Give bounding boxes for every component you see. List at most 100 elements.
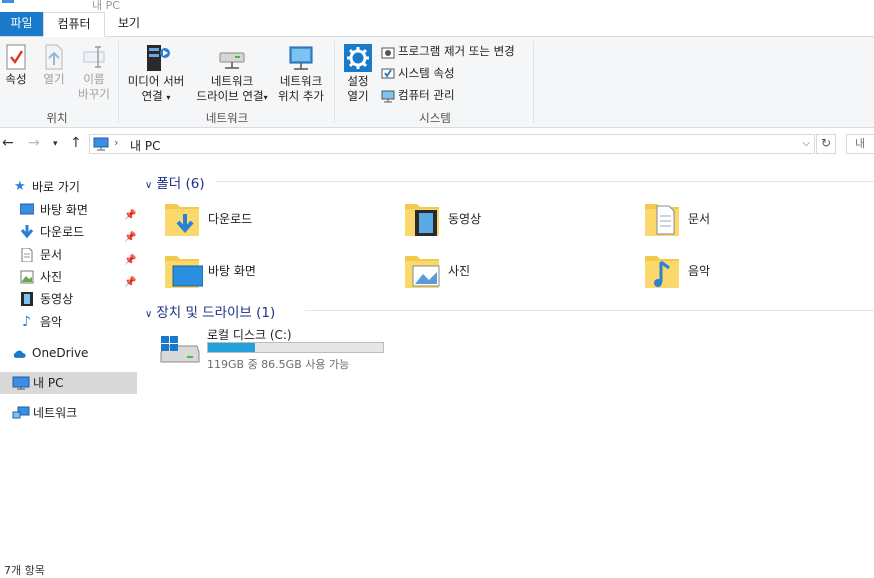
folder-videos[interactable]: 동영상 [403, 198, 623, 244]
uninstall-label: 프로그램 제거 또는 변경 [398, 44, 515, 58]
folder-label: 다운로드 [208, 212, 253, 226]
drive-free-space: 119GB 중 86.5GB 사용 가능 [207, 358, 350, 371]
system-properties-icon [381, 68, 395, 78]
forward-arrow-icon[interactable]: → [28, 135, 40, 151]
drives-section-header[interactable]: ∨ 장치 및 드라이브 (1) [145, 301, 275, 321]
folder-desktop-icon [165, 256, 203, 288]
nav-item-desktop[interactable]: 바탕 화면 📌 [0, 199, 137, 221]
section-divider [305, 310, 874, 311]
rename-label-2: 바꾸기 [78, 87, 110, 101]
nav-label: 바로 가기 [32, 180, 80, 194]
group-label-system: 시스템 [419, 111, 451, 125]
pictures-icon [20, 270, 34, 284]
desktop-icon [20, 203, 34, 215]
nav-item-onedrive[interactable]: OneDrive [0, 342, 137, 364]
nav-item-documents[interactable]: 문서 📌 [0, 244, 137, 266]
nav-item-music[interactable]: ♪ 음악 [0, 311, 137, 333]
search-box[interactable]: 내 [846, 134, 874, 154]
folder-documents[interactable]: 문서 [643, 198, 863, 244]
dropdown-arrow-icon: ▾ [166, 93, 171, 102]
recent-locations-chevron-icon[interactable]: ▾ [53, 139, 58, 149]
properties-icon [6, 44, 26, 70]
computer-management-button[interactable]: 컴퓨터 관리 [381, 85, 455, 105]
music-note-icon: ♪ [22, 314, 31, 330]
rename-icon [83, 46, 105, 68]
folder-label: 사진 [448, 264, 471, 278]
section-divider [215, 181, 874, 182]
add-network-location-button[interactable]: 네트워크 위치 추가 [274, 43, 328, 104]
navigation-pane: ★ 바로 가기 바탕 화면 📌 다운로드 📌 문서 📌 사진 📌 동영상 ♪ 음… [0, 176, 137, 436]
nav-item-downloads[interactable]: 다운로드 📌 [0, 221, 137, 243]
media-server-label-1: 미디어 서버 [127, 74, 185, 88]
group-label-network: 네트워크 [205, 111, 249, 125]
content-pane: ∨ 폴더 (6) 다운로드 동영상 문서 바탕 화면 사진 음악 ∨ 장치 및 … [145, 170, 874, 560]
media-server-button[interactable]: 미디어 서버 연결 ▾ [124, 43, 188, 105]
folders-section-header[interactable]: ∨ 폴더 (6) [145, 172, 205, 192]
download-arrow-icon [20, 225, 34, 239]
folder-document-icon [645, 204, 679, 236]
network-drive-icon [219, 52, 245, 69]
nav-label: 내 PC [33, 376, 64, 390]
drives-section-title: 장치 및 드라이브 (1) [156, 305, 276, 321]
network-icon [12, 406, 30, 419]
uninstall-program-button[interactable]: 프로그램 제거 또는 변경 [381, 41, 515, 61]
tab-computer[interactable]: 컴퓨터 [43, 12, 105, 37]
group-label-location: 위치 [46, 111, 68, 125]
tab-view[interactable]: 보기 [107, 12, 151, 36]
media-server-icon [147, 45, 170, 71]
address-bar[interactable]: › 내 PC ⌵ [89, 134, 815, 154]
settings-gear-icon [344, 44, 372, 72]
document-icon [21, 248, 33, 262]
open-settings-button[interactable]: 설정 열기 [340, 43, 376, 104]
windows-drive-icon [160, 336, 200, 363]
nav-item-this-pc[interactable]: 내 PC [0, 372, 137, 394]
open-button[interactable]: 열기 [38, 43, 70, 87]
settings-label-2: 열기 [347, 89, 369, 103]
onedrive-cloud-icon [13, 350, 26, 358]
system-properties-label: 시스템 속성 [398, 66, 455, 80]
folder-label: 동영상 [448, 212, 482, 226]
tab-file[interactable]: 파일 [0, 12, 43, 36]
address-dropdown-icon[interactable]: ⌵ [802, 138, 810, 149]
rename-button[interactable]: 이름 바꾸기 [76, 43, 112, 102]
folder-desktop[interactable]: 바탕 화면 [163, 250, 383, 296]
collapse-chevron-icon: ∨ [145, 309, 153, 320]
drive-local-disk-c[interactable]: 로컬 디스크 (C:) 119GB 중 86.5GB 사용 가능 [159, 326, 399, 372]
nav-label: 다운로드 [40, 225, 85, 239]
nav-item-pictures[interactable]: 사진 📌 [0, 266, 137, 288]
ribbon: 속성 열기 이름 바꾸기 위치 미디어 서버 연결 ▾ 네트워크 드라이브 연결… [0, 37, 874, 128]
refresh-button[interactable]: ↻ [816, 134, 836, 154]
nav-label: OneDrive [32, 346, 89, 360]
map-drive-label-2-wrap: 드라이브 연결▾ [190, 89, 274, 105]
add-location-label-2: 위치 추가 [278, 89, 324, 103]
folder-label: 음악 [688, 264, 711, 278]
system-properties-button[interactable]: 시스템 속성 [381, 63, 455, 83]
folder-download-icon [165, 204, 199, 236]
computer-icon [12, 376, 30, 390]
up-arrow-icon[interactable]: ↑ [70, 135, 82, 151]
add-location-label-1: 네트워크 [279, 74, 323, 88]
map-network-drive-button[interactable]: 네트워크 드라이브 연결▾ [190, 43, 274, 105]
nav-item-videos[interactable]: 동영상 [0, 288, 137, 310]
star-icon: ★ [14, 179, 26, 194]
back-arrow-icon[interactable]: ← [2, 135, 14, 151]
folder-video-icon [405, 204, 439, 236]
folder-music-icon [645, 256, 679, 288]
folder-music[interactable]: 음악 [643, 250, 863, 296]
folder-label: 바탕 화면 [208, 264, 256, 278]
video-icon [21, 292, 33, 306]
nav-quick-access[interactable]: ★ 바로 가기 [0, 176, 137, 198]
folder-downloads[interactable]: 다운로드 [163, 198, 383, 244]
map-drive-label-1: 네트워크 [210, 74, 254, 88]
nav-label: 음악 [40, 315, 63, 329]
nav-label: 사진 [40, 270, 63, 284]
properties-button[interactable]: 속성 [0, 43, 32, 87]
dropdown-arrow-icon: ▾ [263, 93, 268, 102]
map-drive-label-2: 드라이브 연결 [196, 89, 264, 103]
search-placeholder: 내 [855, 137, 866, 150]
nav-item-network[interactable]: 네트워크 [0, 402, 137, 424]
folder-pictures[interactable]: 사진 [403, 250, 623, 296]
ribbon-separator [533, 41, 534, 123]
address-path[interactable]: 내 PC [130, 137, 160, 154]
uninstall-icon [381, 47, 395, 58]
